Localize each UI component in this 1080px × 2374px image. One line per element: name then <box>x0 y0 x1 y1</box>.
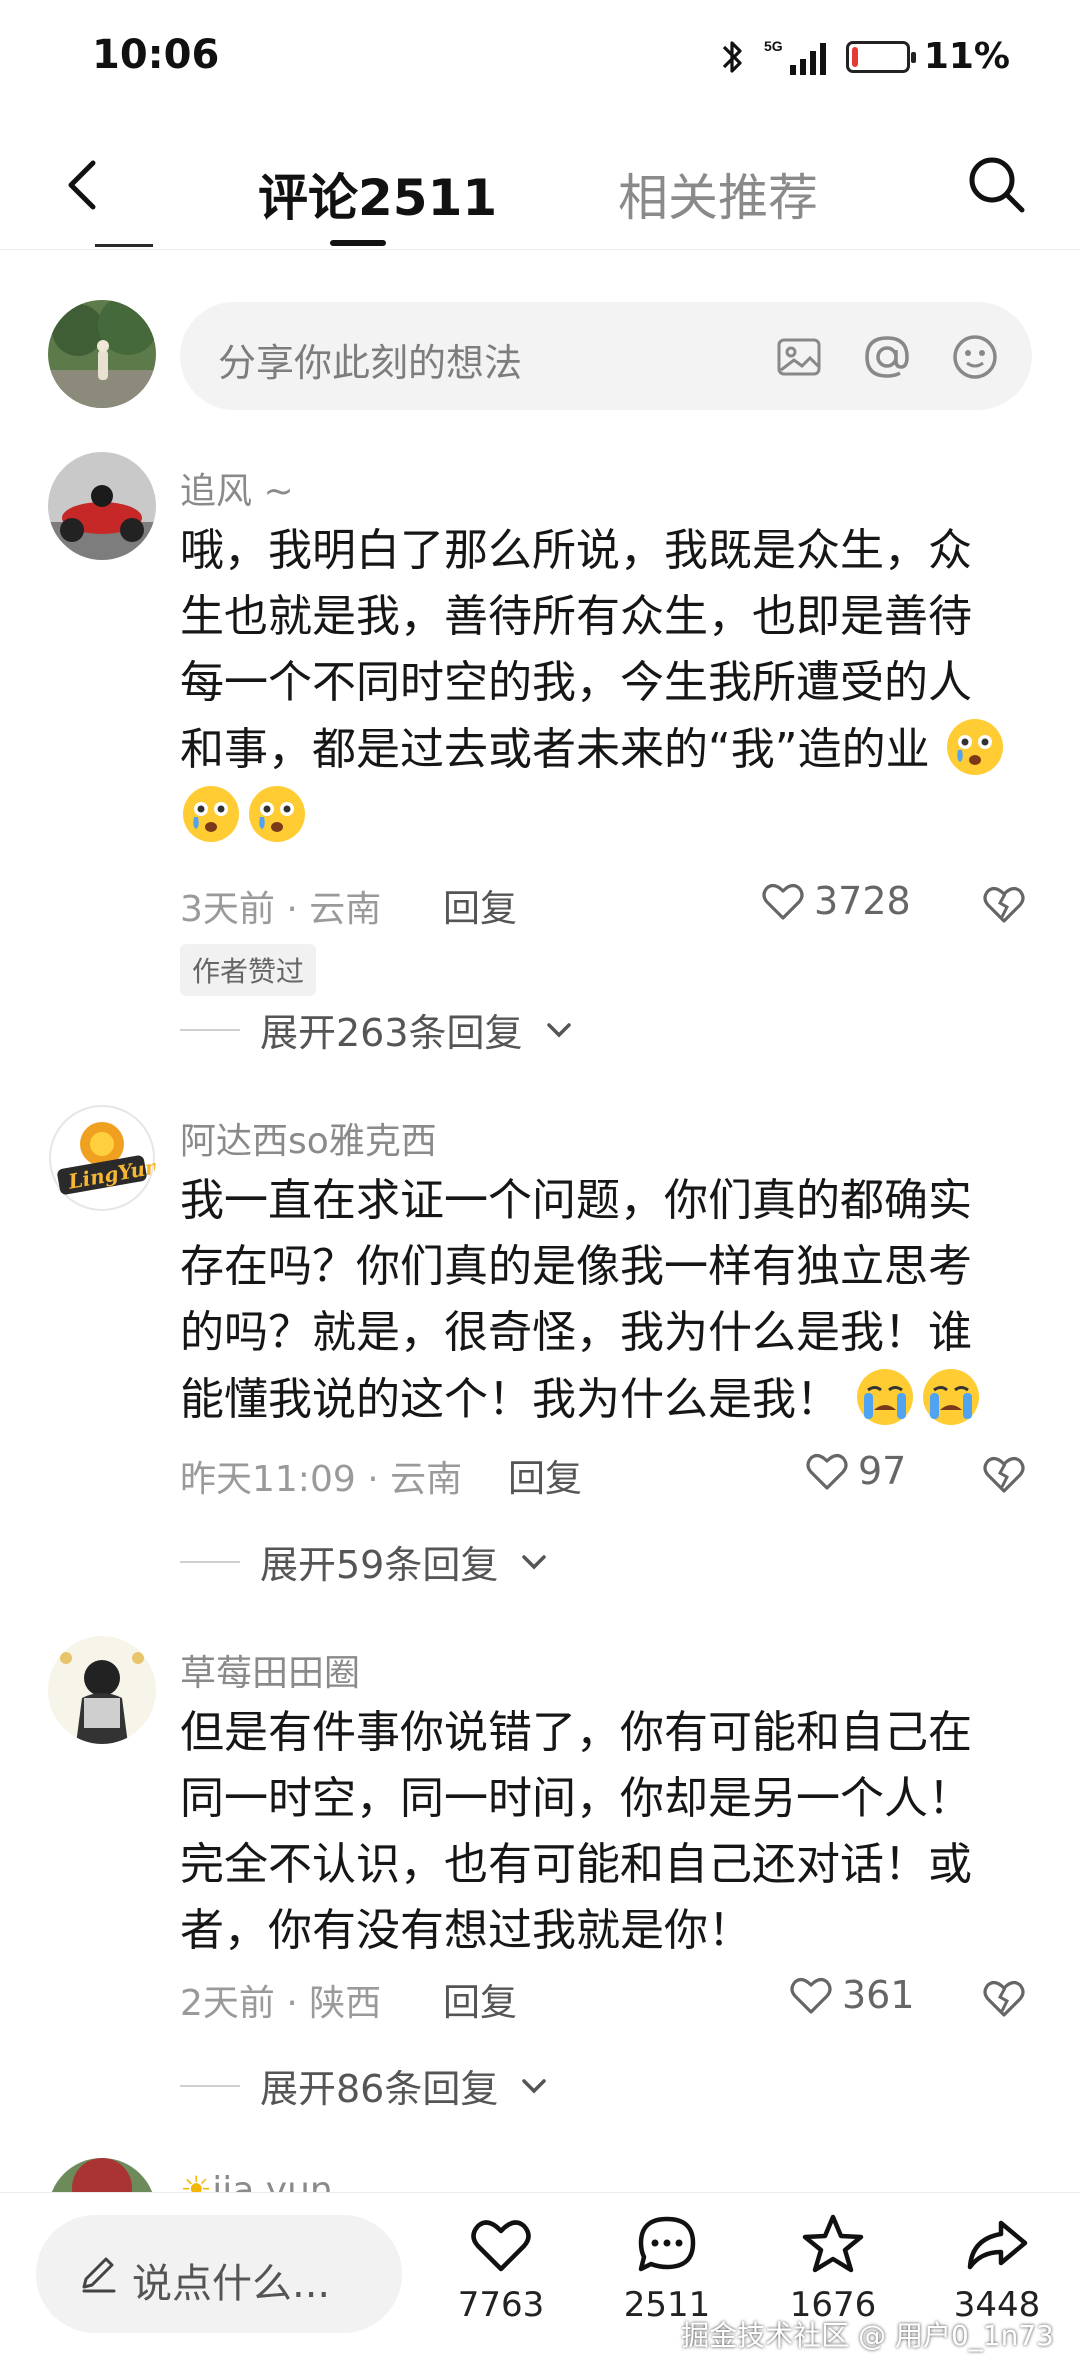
battery-icon <box>845 40 916 73</box>
status-bar: 10:06 5G 11% <box>0 0 1080 120</box>
author-liked-badge: 作者赞过 <box>180 944 317 996</box>
svg-text:5G: 5G <box>764 38 783 54</box>
battery-percent: 11% <box>923 36 1010 77</box>
tab-comments[interactable]: 评论2511 <box>258 158 497 230</box>
chevron-down-icon <box>522 2078 547 2093</box>
back-arrow-icon[interactable] <box>55 155 115 215</box>
status-indicators: 5G 11% <box>720 36 1010 77</box>
like-count: 361 <box>842 1973 915 2017</box>
commenter-avatar[interactable] <box>48 452 156 560</box>
chevron-down-icon <box>522 1554 547 1569</box>
commenter-avatar[interactable] <box>48 1636 156 1744</box>
emoji-icon[interactable] <box>948 330 1002 384</box>
search-icon[interactable] <box>962 150 1032 220</box>
broken-heart-icon[interactable] <box>978 1447 1030 1499</box>
like-button[interactable]: 361 <box>786 1970 915 2020</box>
signal-5g-icon: 5G <box>764 38 826 75</box>
reply-button[interactable]: 回复 <box>443 878 517 932</box>
favorite-action-button[interactable]: 1676 <box>758 2209 908 2325</box>
expand-divider-line <box>180 2084 240 2087</box>
pencil-icon <box>82 2257 116 2293</box>
share-action-button[interactable]: 3448 <box>922 2209 1072 2325</box>
share-arrow-icon <box>967 2220 1028 2270</box>
comment-meta: 昨天11:09 · 云南 <box>180 1459 463 1500</box>
say-something-placeholder: 说点什么... <box>132 2261 331 2307</box>
comment-action-button[interactable]: 2511 <box>592 2209 742 2325</box>
watermark-text: 掘金技术社区 @ 用户0_1n73 <box>681 2319 1054 2352</box>
expand-replies-button[interactable]: 展开59条回复 <box>180 1534 550 1589</box>
comment-meta: 2天前 · 陕西 <box>180 1983 382 2024</box>
sobbing-face-emoji <box>923 1369 979 1425</box>
expand-divider-line <box>180 1028 240 1031</box>
expand-replies-button[interactable]: 展开86条回复 <box>180 2058 550 2113</box>
image-icon[interactable] <box>772 330 826 384</box>
crying-face-emoji <box>946 719 1003 775</box>
broken-heart-icon[interactable] <box>978 877 1030 929</box>
like-button[interactable]: 3728 <box>758 876 911 926</box>
comment-text: 但是有件事你说错了，你有可能和自己在同一时空，同一时间，你却是另一个人！完全不认… <box>180 1707 972 1956</box>
like-total-count: 7763 <box>457 2285 545 2325</box>
expand-replies-label: 展开86条回复 <box>260 2067 499 2111</box>
crying-face-emoji <box>183 786 239 842</box>
top-nav: 评论2511 相关推荐 <box>0 120 1080 250</box>
comment-username[interactable]: 追风 ~ <box>180 462 294 514</box>
bluetooth-icon <box>722 40 742 73</box>
composer-placeholder: 分享你此刻的想法 <box>218 341 523 385</box>
sobbing-face-emoji <box>857 1369 913 1425</box>
mention-at-icon[interactable] <box>860 330 914 384</box>
like-button[interactable]: 97 <box>802 1446 906 1496</box>
expand-replies-button[interactable]: 展开263条回复 <box>180 1002 575 1057</box>
comment-meta: 3天前 · 云南 <box>180 889 382 930</box>
expand-divider-line <box>180 1560 240 1563</box>
heart-outline-icon <box>762 884 804 920</box>
reply-button[interactable]: 回复 <box>443 1972 517 2026</box>
comment-composer-input[interactable]: 分享你此刻的想法 <box>180 302 1032 410</box>
comment-username[interactable]: 阿达西so雅克西 <box>180 1112 437 1164</box>
scroll-indicator <box>95 244 153 247</box>
comment-text: 哦，我明白了那么所说，我既是众生，众生也就是我，善待所有众生，也即是善待每一个不… <box>180 518 1010 850</box>
say-something-input[interactable]: 说点什么... <box>36 2215 402 2333</box>
expand-replies-label: 展开59条回复 <box>260 1543 499 1587</box>
reply-button[interactable]: 回复 <box>508 1448 582 1502</box>
like-count: 3728 <box>814 879 911 923</box>
commenter-avatar[interactable]: LingYun <box>48 1104 156 1212</box>
heart-icon <box>471 2220 531 2272</box>
status-time: 10:06 <box>92 32 220 78</box>
crying-face-emoji <box>249 786 305 842</box>
my-avatar[interactable] <box>48 300 156 408</box>
like-action-button[interactable]: 7763 <box>426 2209 576 2325</box>
comment-bubble-icon <box>638 2216 696 2272</box>
heart-outline-icon <box>790 1978 832 2014</box>
star-icon <box>802 2214 864 2273</box>
chevron-down-icon <box>546 1022 571 1037</box>
broken-heart-icon[interactable] <box>978 1971 1030 2023</box>
comment-username[interactable]: 草莓田田圈 <box>180 1644 360 1696</box>
expand-replies-label: 展开263条回复 <box>260 1011 523 1055</box>
heart-outline-icon <box>806 1454 848 1490</box>
like-count: 97 <box>858 1449 907 1493</box>
comment-text: 我一直在求证一个问题，你们真的都确实存在吗？你们真的是像我一样有独立思考的吗？就… <box>180 1168 1010 1433</box>
tab-related[interactable]: 相关推荐 <box>618 158 818 230</box>
battery-level-fill <box>851 46 858 67</box>
active-tab-indicator <box>330 240 386 246</box>
